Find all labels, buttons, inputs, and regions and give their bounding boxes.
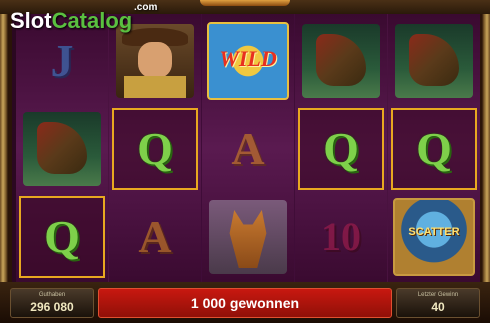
crocodile-icon: [302, 24, 380, 98]
crocodile-icon: [23, 112, 101, 186]
symbol-letter: Q: [44, 211, 80, 262]
balance-panel: Guthaben 296 080: [10, 288, 94, 318]
crocodile-icon: [395, 24, 473, 98]
reel-symbol-2-2: Q: [112, 108, 198, 190]
reel-symbol-1-2: [19, 108, 105, 190]
top-ornament: [200, 0, 290, 6]
reel-symbol-5-1: [391, 20, 477, 102]
reel-symbol-4-3: 10: [298, 196, 384, 278]
reel-symbol-2-3: A: [112, 196, 198, 278]
scatter-symbol: SCATTER: [393, 198, 475, 276]
symbol-letter: A: [138, 211, 172, 262]
last-win-label: Letzter Gewinn: [417, 292, 459, 298]
reel-area: J Q Q A WILD A Q 10 Q SCATTER: [12, 14, 480, 282]
scatter-label: SCATTER: [408, 226, 460, 238]
wild-label: WILD: [219, 46, 277, 71]
last-win-panel: Letzter Gewinn 40: [396, 288, 480, 318]
win-message-bar: 1 000 gewonnen: [98, 288, 392, 318]
wild-symbol: WILD: [207, 22, 289, 100]
reel-symbol-1-3: Q: [19, 196, 105, 278]
symbol-letter: J: [50, 35, 74, 86]
symbol-letter: Q: [137, 123, 173, 174]
ranger-icon: [116, 24, 194, 98]
reel-symbol-3-3: [205, 196, 291, 278]
balance-value: 296 080: [30, 300, 74, 314]
reel-symbol-5-3: SCATTER: [391, 196, 477, 278]
symbol-letter: A: [231, 123, 265, 174]
last-win-value: 40: [431, 300, 445, 314]
reel-symbol-4-2: Q: [298, 108, 384, 190]
watermark-logo: SlotCatalog .com: [10, 2, 158, 33]
dingo-icon: [209, 200, 287, 274]
reel-symbol-3-2: A: [205, 108, 291, 190]
symbol-letter: 10: [321, 214, 361, 259]
reel-symbol-3-1: WILD: [205, 20, 291, 102]
reel-symbol-4-1: [298, 20, 384, 102]
bottom-panel: Guthaben 296 080 1 000 gewonnen Letzter …: [0, 282, 490, 323]
symbol-letter: Q: [323, 123, 359, 174]
symbol-letter: Q: [416, 123, 452, 174]
balance-label: Guthaben: [38, 292, 66, 298]
reel-symbol-5-2: Q: [391, 108, 477, 190]
